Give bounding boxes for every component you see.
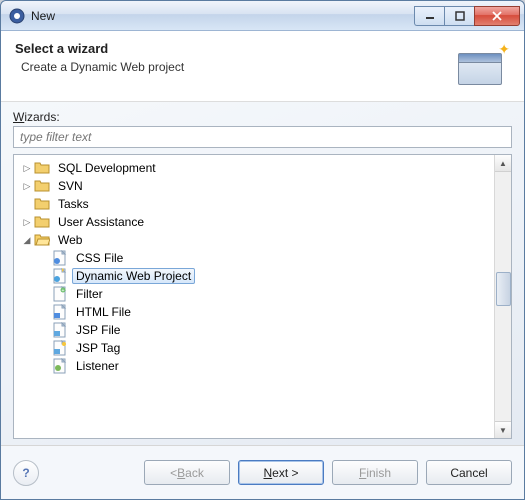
tree-item[interactable]: Tasks — [14, 195, 494, 213]
tree-expander-icon[interactable]: ▷ — [20, 163, 34, 174]
wizard-subtitle: Create a Dynamic Web project — [21, 60, 454, 74]
tree-item-label: JSP File — [72, 322, 124, 338]
tree-expander-icon[interactable]: ▷ — [20, 217, 34, 228]
tree-item[interactable]: JSP Tag — [14, 339, 494, 357]
wizard-header: Select a wizard Create a Dynamic Web pro… — [1, 31, 524, 102]
wizard-banner-icon: ✦ — [454, 41, 510, 89]
folder-icon — [34, 161, 50, 175]
tree-item-label: SVN — [54, 178, 87, 194]
tree-item[interactable]: ▷ SQL Development — [14, 159, 494, 177]
wizard-tree[interactable]: ▷ SQL Development ▷ SVN Tasks ▷ User Assistanc… — [13, 154, 512, 439]
tree-item[interactable]: + Filter — [14, 285, 494, 303]
tree-item-label: Tasks — [54, 196, 93, 212]
tree-item[interactable]: CSS File — [14, 249, 494, 267]
finish-button: Finish — [332, 460, 418, 485]
tree-item[interactable]: HTML File — [14, 303, 494, 321]
wizard-body: Wizards: ▷ SQL Development ▷ SVN Tasks ▷ User … — [1, 102, 524, 445]
cancel-button[interactable]: Cancel — [426, 460, 512, 485]
tree-item-label: Web — [54, 232, 86, 248]
minimize-button[interactable] — [414, 6, 444, 26]
next-button[interactable]: Next > — [238, 460, 324, 485]
tree-item[interactable]: Listener — [14, 357, 494, 375]
tree-expander-icon[interactable]: ▷ — [20, 181, 34, 192]
file-icon — [52, 268, 68, 284]
file-icon — [52, 250, 68, 266]
file-icon — [52, 304, 68, 320]
tree-item[interactable]: JSP File — [14, 321, 494, 339]
tree-item[interactable]: Dynamic Web Project — [14, 267, 494, 285]
tree-item-label: Listener — [72, 358, 123, 374]
tree-item-label: Filter — [72, 286, 107, 302]
filter-input[interactable] — [13, 126, 512, 148]
wizard-title: Select a wizard — [15, 41, 454, 56]
svg-text:+: + — [62, 288, 65, 294]
wizards-label: Wizards: — [13, 110, 512, 124]
app-icon — [9, 8, 25, 24]
back-button: < Back — [144, 460, 230, 485]
scrollbar-vertical[interactable]: ▲ ▼ — [494, 155, 511, 438]
maximize-button[interactable] — [444, 6, 474, 26]
window-title: New — [31, 9, 414, 23]
tree-item-label: CSS File — [72, 250, 127, 266]
file-icon: + — [52, 286, 68, 302]
scroll-up-icon[interactable]: ▲ — [495, 155, 511, 172]
folder-open-icon — [34, 233, 50, 247]
help-button[interactable]: ? — [13, 460, 39, 486]
tree-item[interactable]: ◢ Web — [14, 231, 494, 249]
tree-item-label: SQL Development — [54, 160, 160, 176]
tree-item-label: User Assistance — [54, 214, 148, 230]
button-bar: ? < Back Next > Finish Cancel — [1, 445, 524, 499]
file-icon — [52, 322, 68, 338]
folder-icon — [34, 179, 50, 193]
scroll-down-icon[interactable]: ▼ — [495, 421, 511, 438]
titlebar[interactable]: New — [1, 1, 524, 31]
new-wizard-dialog: New Select a wizard Create a Dynamic Web… — [0, 0, 525, 500]
tree-item-label: HTML File — [72, 304, 135, 320]
file-icon — [52, 340, 68, 356]
scroll-thumb[interactable] — [496, 272, 511, 306]
folder-icon — [34, 215, 50, 229]
tree-item-label: JSP Tag — [72, 340, 124, 356]
folder-icon — [34, 197, 50, 211]
tree-item[interactable]: ▷ User Assistance — [14, 213, 494, 231]
file-icon — [52, 358, 68, 374]
tree-expander-icon[interactable]: ◢ — [20, 235, 34, 246]
window-controls — [414, 6, 520, 26]
tree-item[interactable]: ▷ SVN — [14, 177, 494, 195]
tree-item-label: Dynamic Web Project — [72, 268, 195, 284]
close-button[interactable] — [474, 6, 520, 26]
